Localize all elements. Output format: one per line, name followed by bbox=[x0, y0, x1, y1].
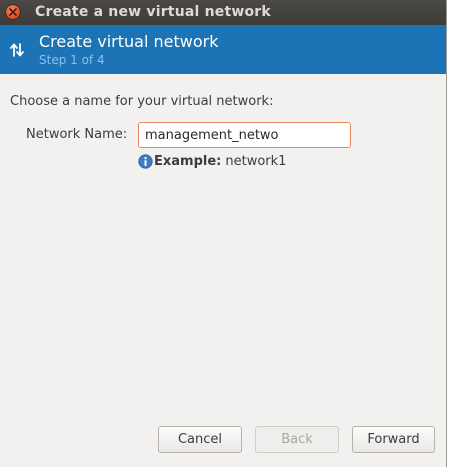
example-value: network1 bbox=[225, 153, 287, 169]
dialog-window: Create a new virtual network Create virt… bbox=[0, 0, 447, 467]
name-prompt-text: Choose a name for your virtual network: bbox=[10, 94, 274, 109]
wizard-header-banner: Create virtual network Step 1 of 4 bbox=[0, 25, 446, 74]
close-button[interactable] bbox=[6, 5, 20, 19]
network-name-label: Network Name: bbox=[26, 127, 128, 142]
network-name-input[interactable] bbox=[138, 122, 351, 148]
forward-button[interactable]: Forward bbox=[352, 426, 435, 453]
info-icon bbox=[138, 153, 153, 169]
back-button[interactable]: Back bbox=[255, 426, 339, 453]
wizard-step-indicator: Step 1 of 4 bbox=[39, 53, 105, 67]
title-bar[interactable]: Create a new virtual network bbox=[0, 0, 446, 25]
example-hint: Example: network1 bbox=[138, 153, 286, 169]
network-transfer-arrows-icon bbox=[10, 43, 24, 57]
wizard-title: Create virtual network bbox=[39, 32, 219, 51]
cancel-button[interactable]: Cancel bbox=[158, 426, 242, 453]
window-title: Create a new virtual network bbox=[35, 4, 271, 20]
example-label: Example: bbox=[154, 153, 222, 169]
close-icon bbox=[9, 8, 17, 16]
